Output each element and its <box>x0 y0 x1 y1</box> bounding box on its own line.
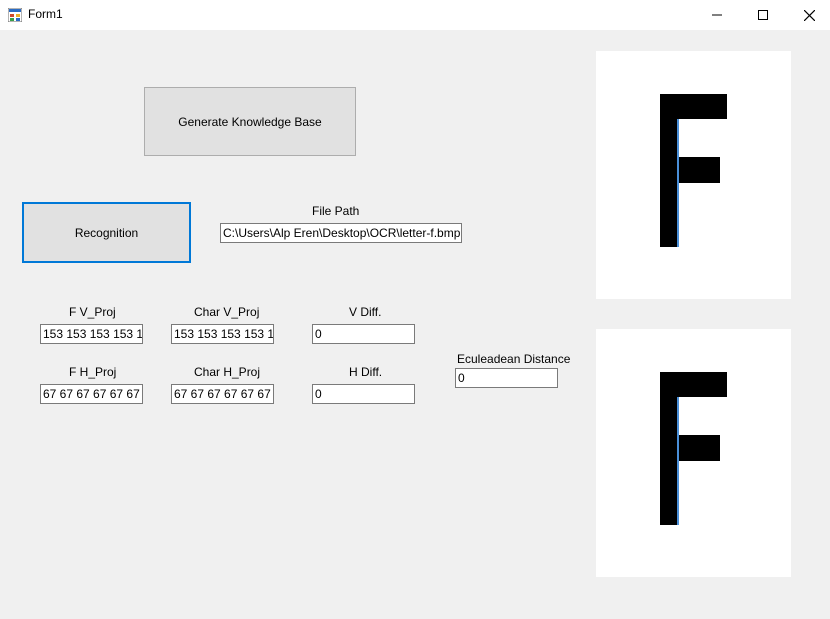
h-diff-label: H Diff. <box>349 365 383 379</box>
app-icon <box>8 8 22 22</box>
close-icon <box>803 9 815 21</box>
f-v-proj-input[interactable]: 153 153 153 153 153 <box>40 324 143 344</box>
f-h-proj-label: F H_Proj <box>69 365 117 379</box>
maximize-icon <box>758 10 768 20</box>
letter-f-image <box>660 372 727 525</box>
window-title: Form1 <box>28 7 63 21</box>
file-path-label: File Path <box>312 204 360 218</box>
letter-f-image <box>660 94 727 247</box>
input-image-box <box>596 329 791 577</box>
minimize-icon <box>712 14 722 16</box>
char-v-proj-label: Char V_Proj <box>194 305 260 319</box>
minimize-button[interactable] <box>694 0 740 30</box>
recognition-button[interactable]: Recognition <box>22 202 191 263</box>
title-bar: Form1 <box>0 0 830 30</box>
h-diff-input[interactable]: 0 <box>312 384 415 404</box>
file-path-input[interactable]: C:\Users\Alp Eren\Desktop\OCR\letter-f.b… <box>220 223 462 243</box>
v-diff-input[interactable]: 0 <box>312 324 415 344</box>
char-h-proj-label: Char H_Proj <box>194 365 261 379</box>
f-v-proj-label: F V_Proj <box>69 305 116 319</box>
euclidean-distance-label: Eculeadean Distance <box>457 352 571 366</box>
maximize-button[interactable] <box>740 0 786 30</box>
char-v-proj-input[interactable]: 153 153 153 153 153 <box>171 324 274 344</box>
generate-knowledge-base-button[interactable]: Generate Knowledge Base <box>144 87 356 156</box>
euclidean-distance-input[interactable]: 0 <box>455 368 558 388</box>
close-button[interactable] <box>786 0 830 30</box>
f-h-proj-input[interactable]: 67 67 67 67 67 67 67 <box>40 384 143 404</box>
v-diff-label: V Diff. <box>349 305 382 319</box>
reference-image-box <box>596 51 791 299</box>
char-h-proj-input[interactable]: 67 67 67 67 67 67 67 <box>171 384 274 404</box>
